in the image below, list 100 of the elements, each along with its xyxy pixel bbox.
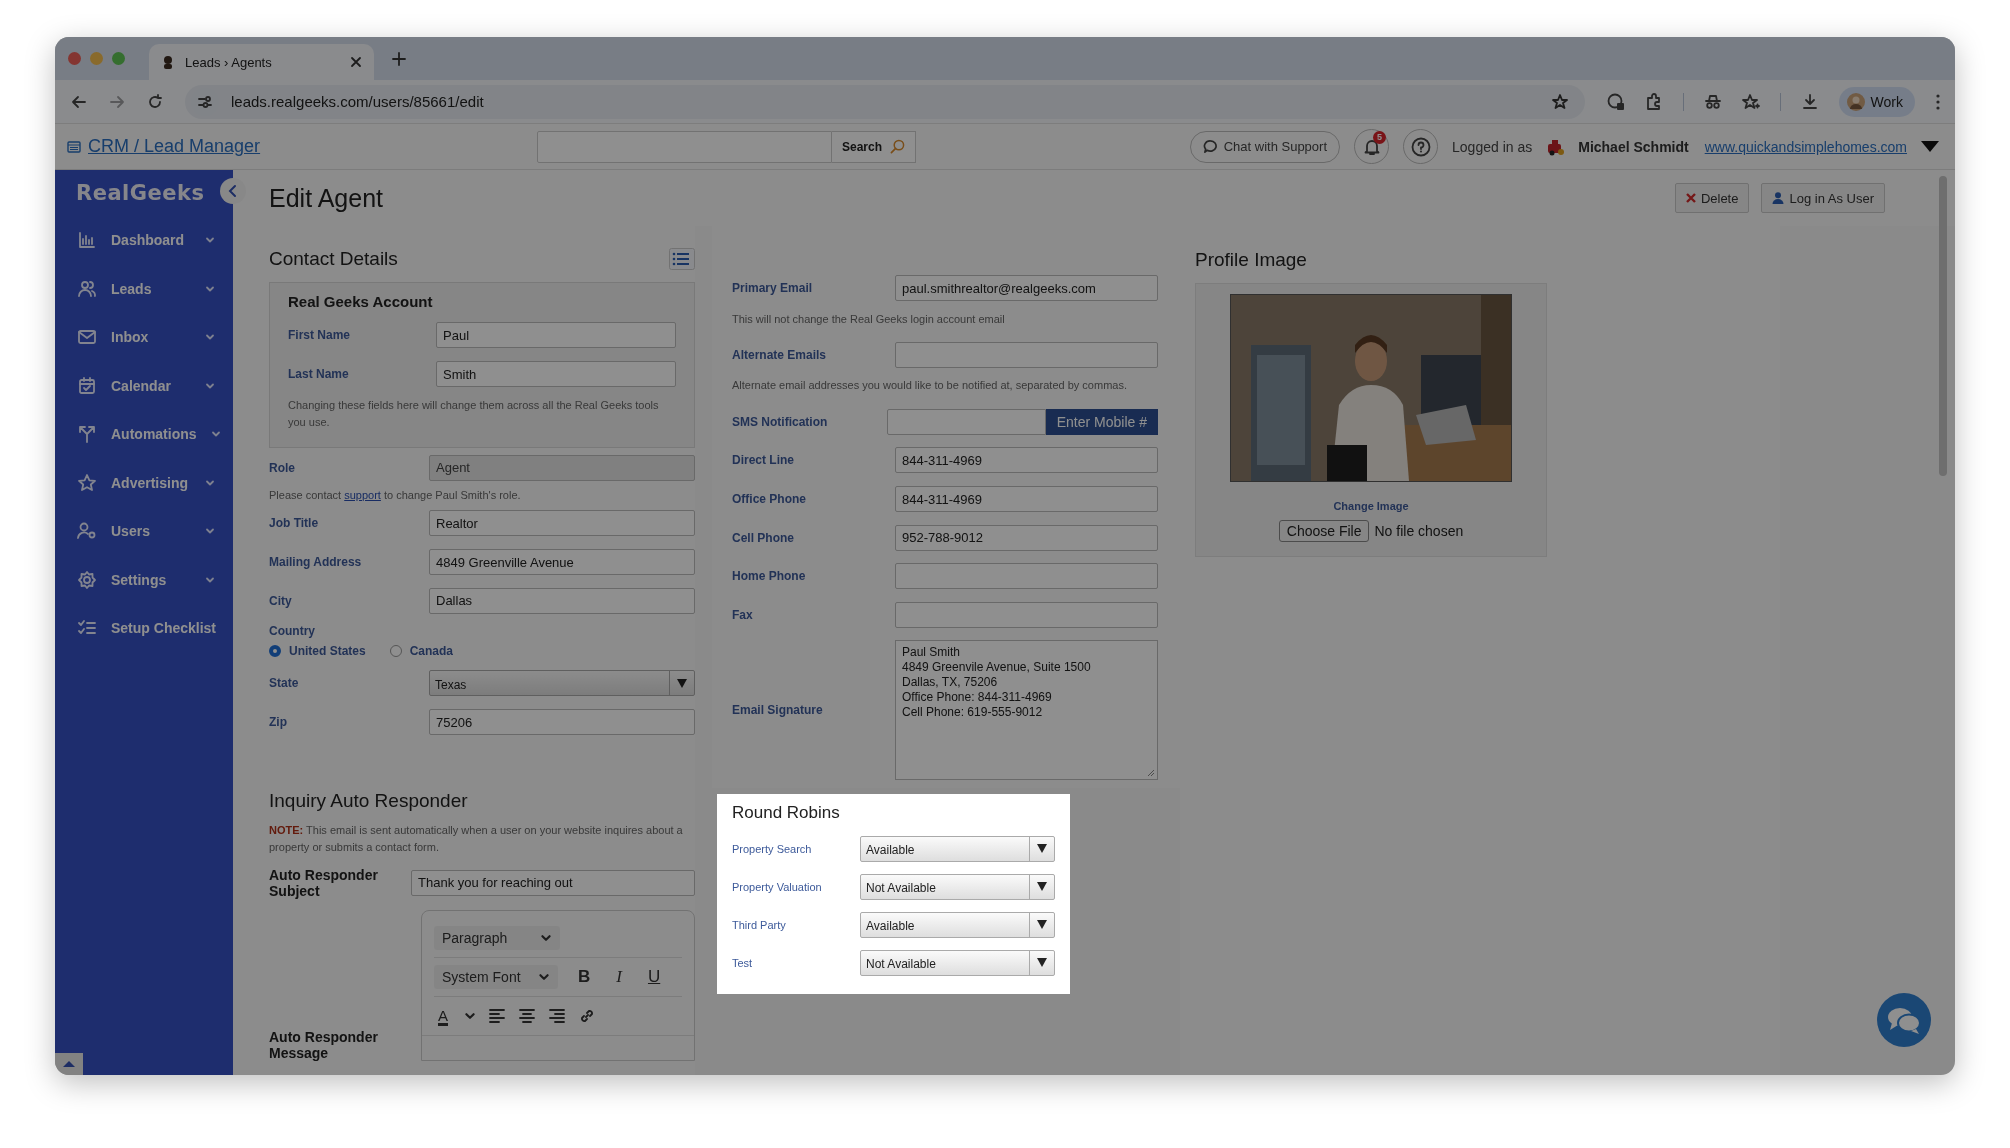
text-line: Office Phone: 844-311-4969 [902, 689, 1053, 705]
browser-menu-icon[interactable] [1935, 92, 1941, 111]
search-button[interactable]: Search [832, 130, 917, 163]
field-label: Primary Email [732, 281, 814, 296]
sidebar-item[interactable]: Setup Checklist [55, 604, 233, 653]
bold-button[interactable]: B [572, 966, 597, 987]
dropdown[interactable]: Texas [429, 670, 695, 697]
logo: RealGeeks [76, 181, 205, 205]
login-as-user-button[interactable]: Log in As User [1761, 183, 1885, 213]
choose-file-button[interactable]: Choose File [1278, 520, 1370, 542]
logged-in-label: Logged in as [1452, 138, 1533, 155]
field-label: First Name [288, 328, 352, 343]
italic-button[interactable]: I [610, 966, 628, 987]
help-text: Changing these fields here will change them across all the Real Geeks tools you use. [288, 398, 660, 431]
input-field[interactable]: 4849 Greenville Avenue [429, 549, 695, 576]
sidebar-item[interactable]: Leads [55, 264, 233, 313]
delete-button[interactable]: Delete [1674, 183, 1750, 213]
extensions-icon[interactable] [1644, 92, 1663, 111]
input-field[interactable] [895, 342, 1158, 369]
block-format-dropdown[interactable]: Paragraph [434, 925, 560, 950]
sidebar-item[interactable]: Calendar [55, 361, 233, 410]
people-icon [77, 278, 97, 299]
input-field[interactable]: 844-311-4969 [895, 486, 1158, 513]
field-label: Country [269, 624, 316, 639]
font-dropdown[interactable]: System Font [434, 964, 558, 989]
chat-widget-icon[interactable] [1877, 993, 1931, 1047]
scrollbar-thumb[interactable] [1939, 176, 1947, 476]
field-label: SMS Notification [732, 414, 829, 429]
enter-mobile-button[interactable]: Enter Mobile # [1045, 408, 1158, 435]
radio-button[interactable] [269, 645, 281, 658]
profile-button[interactable]: Work [1838, 86, 1915, 117]
dropdown[interactable]: Available [860, 911, 1055, 938]
resize-handle-icon[interactable] [1147, 768, 1155, 777]
input-field[interactable]: Dallas [429, 587, 695, 614]
radio-button[interactable] [389, 645, 402, 658]
input-field[interactable] [895, 563, 1158, 590]
new-tab-icon[interactable] [392, 51, 406, 66]
input-field[interactable]: 75206 [429, 709, 695, 736]
browser-tab[interactable]: Leads › Agents [149, 44, 374, 80]
search-field[interactable] [537, 130, 832, 163]
input-field[interactable]: Paul [436, 322, 676, 349]
input-field[interactable]: 844-311-4969 [895, 447, 1158, 474]
align-center-icon[interactable] [518, 1006, 536, 1025]
field-label: Cell Phone [732, 530, 795, 545]
user-icon [1772, 192, 1785, 204]
chat-support-button[interactable]: Chat with Support [1189, 130, 1341, 163]
site-link[interactable]: www.quickandsimplehomes.com [1704, 138, 1907, 155]
password-lock-icon[interactable] [1606, 92, 1625, 111]
dropdown[interactable]: Available [860, 835, 1055, 862]
input-field[interactable]: paul.smithrealtor@realgeeks.com [895, 275, 1158, 302]
dropdown[interactable]: Not Available [860, 873, 1055, 900]
notification-badge: 5 [1373, 131, 1387, 144]
help-text: Alternate email addresses you would like to be notified at, separated by commas. [732, 378, 1128, 394]
field-label: Email Signature [732, 702, 824, 717]
help-text: NOTE: This email is sent automatically when a user on your website inquires about a property or submits a contact form. [269, 822, 684, 855]
field-label: Role [269, 460, 296, 475]
dropdown-arrow-icon [1037, 844, 1047, 853]
favorites-icon[interactable] [1741, 92, 1760, 111]
input-field[interactable] [887, 408, 1046, 435]
input-field[interactable]: Realtor [429, 510, 695, 537]
sidebar-item[interactable]: Automations [55, 410, 233, 459]
text-area[interactable]: Paul Smith 4849 Greenvile Avenue, Suite 1500 Dallas, TX, 75206 Office Phone: 844-311-4969 Cell Phone: 619-555-9012 [895, 639, 1158, 780]
account-dropdown-icon[interactable] [1921, 141, 1939, 152]
help-button[interactable] [1403, 129, 1439, 164]
input-field[interactable]: 952-788-9012 [895, 524, 1158, 551]
list-icon[interactable] [669, 248, 695, 270]
url-text: leads.realgeeks.com/users/85661/edit [231, 93, 485, 110]
close-icon[interactable] [350, 56, 362, 68]
text-color-button[interactable]: A [434, 1007, 452, 1024]
download-icon[interactable] [1800, 92, 1819, 111]
input-field[interactable]: Thank you for reaching out [411, 869, 695, 896]
app-title-link[interactable]: CRM / Lead Manager [88, 136, 261, 157]
dropdown[interactable]: Not Available [860, 949, 1055, 976]
bookmark-star-icon[interactable] [1550, 92, 1569, 111]
align-left-icon[interactable] [488, 1006, 506, 1025]
incognito-icon[interactable] [1703, 92, 1722, 111]
sidebar-item[interactable]: Advertising [55, 458, 233, 507]
help-text: This will not change the Real Geeks login account email [732, 311, 1006, 327]
text-line: Cell Phone: 619-555-9012 [902, 704, 1044, 720]
user-name: Michael Schmidt [1578, 138, 1689, 155]
sidebar-item[interactable]: Settings [55, 555, 233, 604]
sidebar-item[interactable]: Dashboard [55, 216, 233, 265]
field-label: Test [732, 956, 754, 969]
notifications-button[interactable]: 5 [1354, 129, 1390, 164]
input-field[interactable] [895, 602, 1158, 629]
sidebar-item[interactable]: Inbox [55, 313, 233, 362]
align-right-icon[interactable] [548, 1006, 566, 1025]
avatar-icon [1846, 92, 1865, 111]
field-label: Auto Responder Message [269, 1028, 379, 1061]
section-heading: Contact Details [269, 247, 398, 271]
address-bar[interactable]: leads.realgeeks.com/users/85661/edit [185, 84, 1585, 119]
support-link[interactable]: support [344, 489, 381, 502]
sidebar-item[interactable]: Users [55, 507, 233, 556]
reload-icon[interactable] [147, 93, 163, 110]
calendar-icon [77, 375, 97, 396]
help-icon [1410, 136, 1431, 157]
back-icon[interactable] [71, 93, 87, 110]
underline-button[interactable]: U [641, 966, 667, 987]
input-field[interactable]: Smith [436, 361, 676, 388]
scroll-up-icon[interactable] [55, 1053, 83, 1075]
